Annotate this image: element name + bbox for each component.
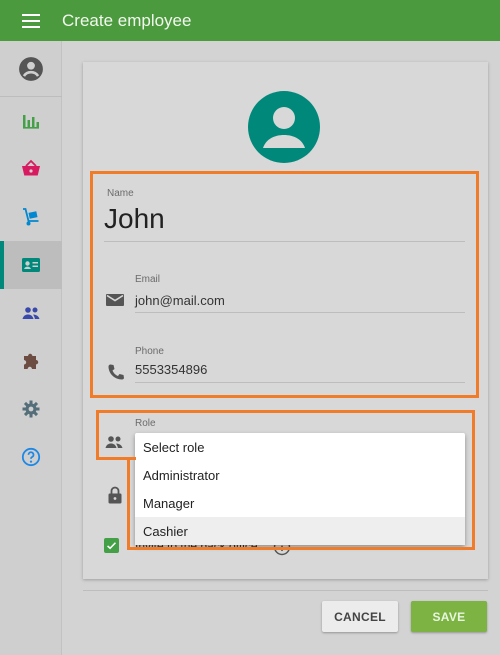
account-circle-icon bbox=[19, 56, 43, 81]
sidebar-item-employees[interactable] bbox=[0, 241, 62, 289]
highlight-role-connector bbox=[127, 457, 130, 550]
sidebar-item-reports[interactable] bbox=[0, 97, 62, 145]
shopping-basket-icon bbox=[22, 159, 40, 176]
sidebar-item-integrations[interactable] bbox=[0, 337, 62, 385]
people-icon bbox=[22, 307, 40, 319]
person-avatar-icon bbox=[248, 91, 320, 163]
sidebar-item-settings[interactable] bbox=[0, 385, 62, 433]
footer-divider bbox=[83, 590, 488, 591]
sidebar bbox=[0, 41, 62, 655]
sidebar-item-help[interactable] bbox=[0, 433, 62, 481]
sidebar-item-customers[interactable] bbox=[0, 289, 62, 337]
app-header: Create employee bbox=[0, 0, 500, 41]
bar-chart-icon bbox=[23, 115, 39, 129]
hamburger-menu-icon[interactable] bbox=[0, 0, 62, 41]
highlight-role-dropdown bbox=[127, 410, 475, 550]
sidebar-item-inventory[interactable] bbox=[0, 193, 62, 241]
employee-card-icon bbox=[22, 258, 40, 272]
sidebar-item-account[interactable] bbox=[0, 41, 62, 97]
lock-icon bbox=[108, 486, 122, 504]
sidebar-item-sales[interactable] bbox=[0, 145, 62, 193]
puzzle-icon bbox=[24, 353, 39, 369]
save-button[interactable]: SAVE bbox=[411, 601, 487, 632]
help-circle-icon bbox=[21, 447, 41, 467]
checkmark-icon bbox=[107, 542, 116, 550]
highlight-contact-fields bbox=[90, 171, 479, 398]
dolly-icon bbox=[23, 208, 39, 226]
invite-checkbox[interactable] bbox=[104, 538, 119, 553]
page-title: Create employee bbox=[62, 10, 192, 30]
settings-gear-icon bbox=[22, 400, 40, 418]
cancel-button[interactable]: CANCEL bbox=[322, 601, 398, 632]
